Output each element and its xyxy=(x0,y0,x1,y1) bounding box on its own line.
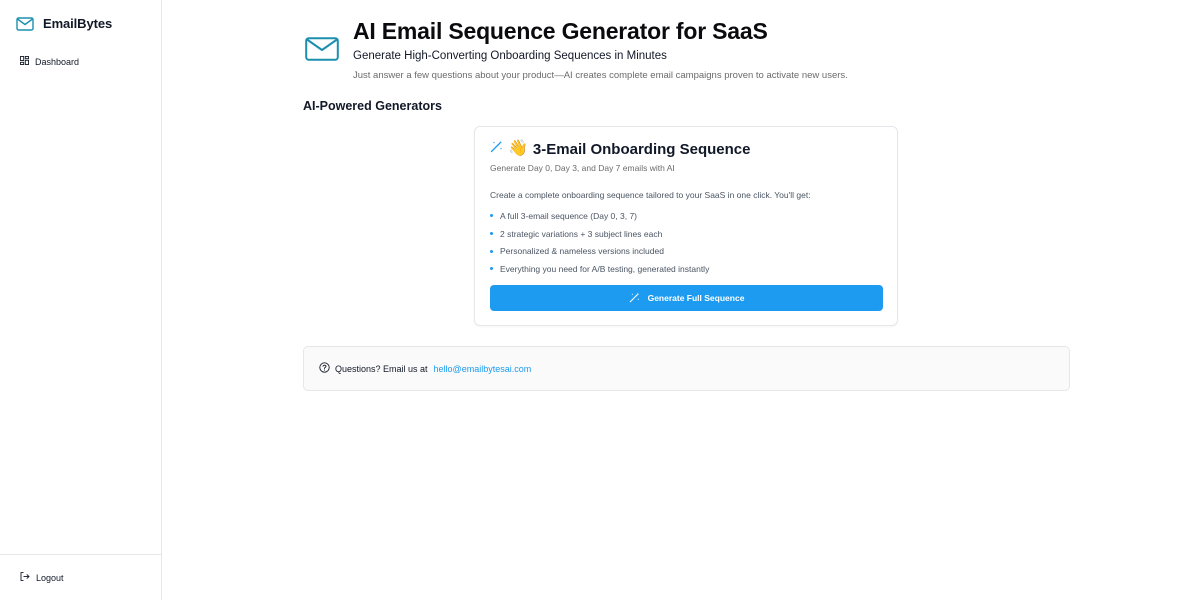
question-circle-icon xyxy=(319,360,330,378)
page-subtitle: Generate High-Converting Onboarding Sequ… xyxy=(353,50,667,62)
bullet-dot xyxy=(490,214,493,218)
card-title-row: 👋 3-Email Onboarding Sequence xyxy=(490,140,750,158)
logout-icon xyxy=(20,572,30,583)
card-title: 3-Email Onboarding Sequence xyxy=(532,140,751,158)
magic-wand-icon xyxy=(629,292,640,305)
brand[interactable]: EmailBytes xyxy=(16,16,112,31)
list-item: 2 strategic variations + 3 subject lines… xyxy=(490,225,709,243)
list-item-text: Everything you need for A/B testing, gen… xyxy=(500,263,710,274)
dashboard-grid-icon xyxy=(20,56,29,67)
waving-hand-emoji: 👋 xyxy=(508,140,528,157)
generator-card: 👋 3-Email Onboarding Sequence Generate D… xyxy=(474,126,898,326)
magic-wand-icon xyxy=(490,140,503,158)
section-heading: AI-Powered Generators xyxy=(303,99,442,113)
contact-text: Questions? Email us at xyxy=(335,363,428,374)
sidebar-item-dashboard[interactable]: Dashboard xyxy=(20,56,79,67)
sidebar-item-label: Dashboard xyxy=(35,56,80,67)
list-item-text: Personalized & nameless versions include… xyxy=(500,246,664,257)
logout-button[interactable]: Logout xyxy=(20,572,64,583)
bullet-dot xyxy=(490,267,493,271)
brand-name: EmailBytes xyxy=(43,16,113,31)
bullet-dot xyxy=(490,249,493,253)
list-item: A full 3-email sequence (Day 0, 3, 7) xyxy=(490,207,709,225)
contact-email-link[interactable]: hello@emailbytesai.com xyxy=(434,364,532,374)
hero-mail-icon xyxy=(305,37,339,66)
page-description: Just answer a few questions about your p… xyxy=(353,70,848,81)
page-title: AI Email Sequence Generator for SaaS xyxy=(353,18,768,44)
list-item-text: A full 3-email sequence (Day 0, 3, 7) xyxy=(500,210,638,221)
mail-icon xyxy=(16,16,34,31)
list-item: Everything you need for A/B testing, gen… xyxy=(490,260,709,278)
card-subtitle: Generate Day 0, Day 3, and Day 7 emails … xyxy=(490,163,675,173)
sidebar: EmailBytes Dashboard Logout xyxy=(0,0,162,600)
card-intro: Create a complete onboarding sequence ta… xyxy=(490,190,811,200)
generate-full-sequence-button[interactable]: Generate Full Sequence xyxy=(490,285,883,311)
list-item: Personalized & nameless versions include… xyxy=(490,242,709,260)
logout-label: Logout xyxy=(36,572,64,583)
bullet-dot xyxy=(490,232,493,236)
contact-box: Questions? Email us at hello@emailbytesa… xyxy=(303,346,1070,391)
button-label: Generate Full Sequence xyxy=(647,293,745,303)
list-item-text: 2 strategic variations + 3 subject lines… xyxy=(500,228,663,239)
feature-list: A full 3-email sequence (Day 0, 3, 7) 2 … xyxy=(490,207,709,278)
sidebar-footer: Logout xyxy=(0,554,161,600)
